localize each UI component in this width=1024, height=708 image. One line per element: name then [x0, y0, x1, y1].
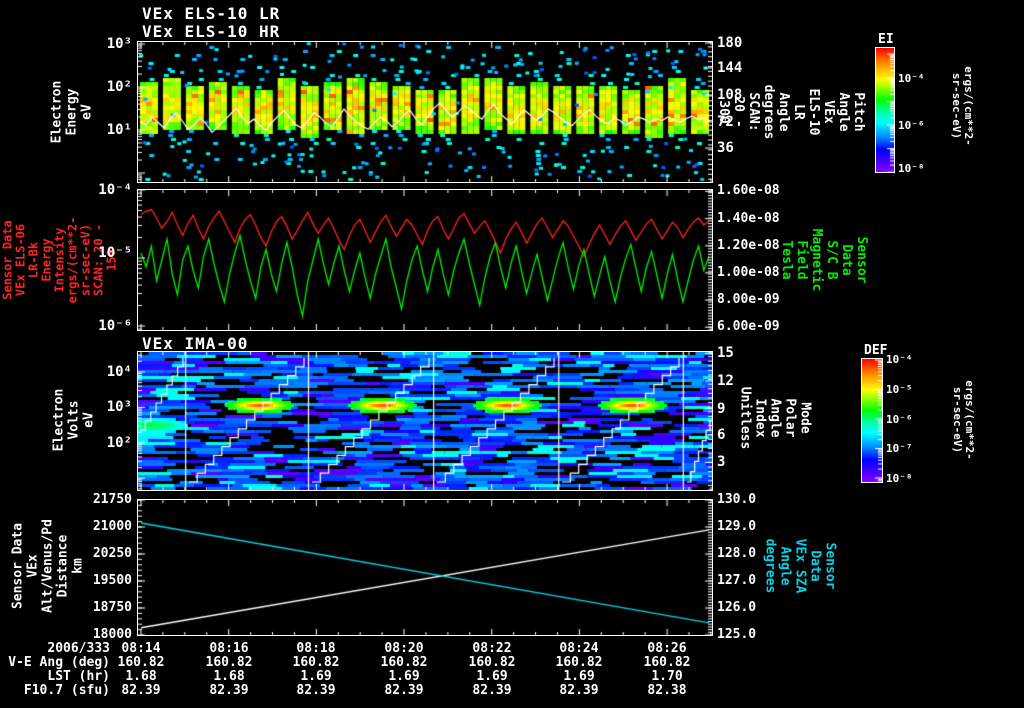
altitude-sza-canvas: [137, 499, 713, 636]
panel2-right-tick: 1.00e-08: [717, 264, 780, 280]
panel3-left-tick: 10²: [106, 434, 132, 451]
panel4-left-tick: 20250: [92, 546, 132, 561]
footer-row-label-veang: V-E Ang (deg): [8, 655, 110, 670]
footer-value: 1.68: [213, 669, 245, 684]
footer-value: 160.82: [117, 655, 165, 670]
footer-value: 82.39: [296, 683, 336, 698]
panel3-right-tick: 3: [717, 454, 726, 471]
panel1-right-tick: 180: [717, 34, 743, 51]
panel4-right-tick: 126.0: [717, 600, 757, 615]
panel3-left-tick: 10⁴: [106, 364, 132, 380]
footer-time-tick: 08:14: [121, 641, 161, 656]
footer-value: 1.68: [125, 669, 157, 684]
footer-value: 82.38: [647, 683, 687, 698]
panel1-left-tick: 10³: [106, 35, 132, 52]
science-plot-screen: VEx ELS-10 LR VEx ELS-10 HR VEx IMA-00 E…: [0, 0, 1024, 708]
panel2-right-tick: 1.60e-08: [717, 183, 780, 199]
footer-time-tick: 08:18: [296, 641, 336, 656]
footer-value: 160.82: [205, 655, 253, 670]
panel2-left-tick: 10⁻⁵: [98, 245, 132, 261]
footer-value: 160.82: [380, 655, 428, 670]
panel4-right-tick: 128.0: [717, 546, 757, 561]
panel2-left-tick: 10⁻⁶: [98, 317, 132, 334]
panel4-right-tick: 129.0: [717, 519, 757, 534]
panel1-right-tick: 108: [717, 87, 743, 104]
panel4-left-tick: 21000: [92, 519, 132, 534]
panel1-left-tick: 10²: [106, 78, 132, 95]
footer-value: 1.70: [651, 669, 683, 684]
intensity-bfield-canvas: [137, 189, 713, 331]
footer-row-label-lst: LST (hr): [47, 669, 110, 684]
panel1-title-lr: VEx ELS-10 LR: [142, 4, 281, 23]
colorbar1-gradient: [875, 47, 895, 173]
panel4-left-tick: 18750: [92, 600, 132, 615]
panel3-right-tick: 6: [717, 426, 726, 443]
panel3-left-tick: 10³: [106, 399, 132, 416]
panel4-left-tick: 19500: [92, 573, 132, 588]
panel1-right-tick: 36: [717, 139, 734, 156]
footer-time-tick: 08:16: [209, 641, 249, 656]
footer-value: 82.39: [209, 683, 249, 698]
footer-value: 82.39: [559, 683, 599, 698]
panel2-right-tick: 6.00e-09: [717, 319, 780, 335]
panel4-right-tick: 130.0: [717, 492, 757, 507]
footer-date-label: 2006/333: [47, 641, 110, 656]
colorbar-tick: 10⁻⁸: [886, 472, 913, 486]
footer-time-tick: 08:20: [384, 641, 424, 656]
panel2-left-tick: 10⁻⁴: [98, 182, 132, 198]
footer-time-tick: 08:22: [472, 641, 512, 656]
footer-time-tick: 08:26: [647, 641, 687, 656]
footer-value: 1.69: [476, 669, 508, 684]
colorbar1-title: EI: [878, 32, 894, 47]
colorbar2-gradient: [861, 358, 883, 483]
panel2-right-tick: 1.20e-08: [717, 237, 780, 253]
footer-value: 1.69: [563, 669, 595, 684]
panel4-left-tick: 21750: [92, 492, 132, 507]
footer-value: 82.39: [384, 683, 424, 698]
footer-value: 82.39: [472, 683, 512, 698]
colorbar-tick: 10⁻⁷: [886, 441, 913, 455]
panel3-right-tick: 15: [717, 345, 734, 362]
colorbar-tick: 10⁻⁸: [898, 162, 925, 176]
footer-row-label-f107: F10.7 (sfu): [23, 683, 110, 698]
panel1-title-hr: VEx ELS-10 HR: [142, 22, 281, 41]
footer-value: 160.82: [468, 655, 516, 670]
panel4-right-tick: 127.0: [717, 573, 757, 588]
footer-value: 82.39: [121, 683, 161, 698]
colorbar-tick: 10⁻⁶: [898, 118, 925, 132]
panel3-right-tick: 12: [717, 372, 734, 389]
colorbar-tick: 10⁻⁴: [886, 353, 913, 366]
footer-value: 160.82: [292, 655, 340, 670]
panel2-right-tick: 8.00e-09: [717, 292, 780, 308]
panel3-right-tick: 9: [717, 400, 726, 417]
footer-value: 1.69: [388, 669, 420, 684]
panel4-right-tick: 125.0: [717, 627, 757, 642]
panel1-left-tick: 10¹: [106, 122, 132, 139]
colorbar-tick: 10⁻⁴: [898, 71, 925, 85]
colorbar-tick: 10⁻⁶: [886, 413, 913, 427]
panel1-right-tick: 72: [717, 113, 734, 130]
footer-value: 160.82: [643, 655, 691, 670]
panel2-right-tick: 1.40e-08: [717, 210, 780, 226]
panel1-right-tick: 144: [717, 60, 743, 77]
els-spectrogram-canvas: [137, 41, 713, 183]
colorbar2-title: DEF: [864, 343, 888, 358]
ima-spectrogram-canvas: [137, 351, 713, 491]
footer-value: 1.69: [300, 669, 332, 684]
footer-value: 160.82: [555, 655, 603, 670]
colorbar-tick: 10⁻⁵: [886, 382, 913, 396]
footer-time-tick: 08:24: [559, 641, 599, 656]
